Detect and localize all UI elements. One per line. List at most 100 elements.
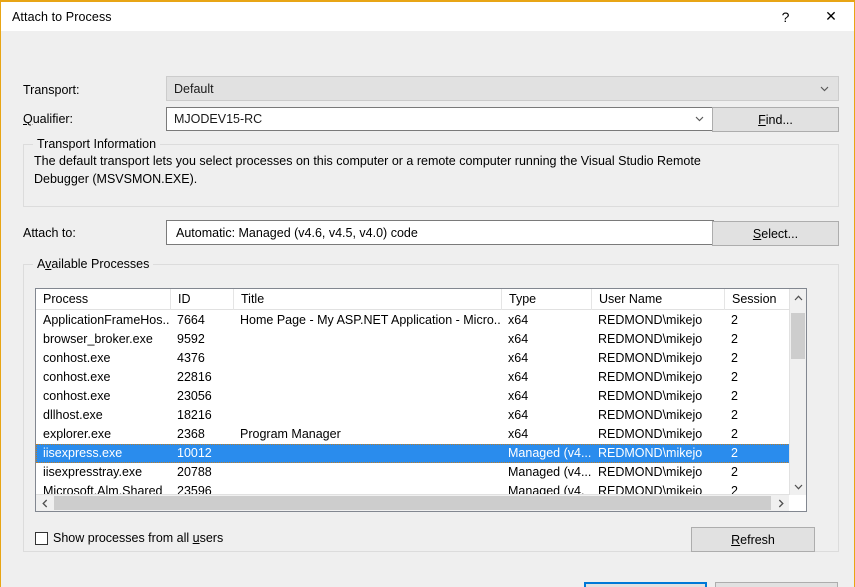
cell-id: 20788 — [170, 463, 233, 482]
available-processes-title: Available Processes — [33, 257, 153, 271]
cell-session: 2 — [724, 349, 791, 368]
table-row[interactable]: ApplicationFrameHos...7664Home Page - My… — [36, 311, 806, 330]
table-row[interactable]: explorer.exe2368Program Managerx64REDMON… — [36, 425, 806, 444]
cell-id: 22816 — [170, 368, 233, 387]
process-list[interactable]: ProcessIDTitleTypeUser NameSession Appli… — [35, 288, 807, 512]
chevron-down-icon — [695, 114, 704, 123]
cell-title — [233, 387, 501, 406]
cell-type: x64 — [501, 349, 591, 368]
cell-user: REDMOND\mikejo — [591, 444, 724, 463]
cell-title — [233, 444, 501, 463]
qualifier-label: Qualifier: — [23, 112, 73, 126]
cell-session: 2 — [724, 387, 791, 406]
cell-process: iisexpresstray.exe — [36, 463, 170, 482]
cell-title: Program Manager — [233, 425, 501, 444]
find-button[interactable]: Find... — [712, 107, 839, 132]
vertical-scrollbar-thumb[interactable] — [791, 313, 805, 359]
cell-session: 2 — [724, 368, 791, 387]
title-bar: Attach to Process ? ✕ — [1, 2, 854, 31]
vertical-scrollbar[interactable] — [789, 289, 806, 495]
cell-session: 2 — [724, 444, 791, 463]
cell-title: Home Page - My ASP.NET Application - Mic… — [233, 311, 501, 330]
select-button-label: Select... — [753, 227, 798, 241]
attach-to-value: Automatic: Managed (v4.6, v4.5, v4.0) co… — [176, 226, 418, 240]
cell-user: REDMOND\mikejo — [591, 349, 724, 368]
show-all-users-checkbox[interactable]: Show processes from all users — [35, 531, 223, 545]
show-all-users-label: Show processes from all users — [53, 531, 223, 545]
qualifier-combo-value: MJODEV15-RC — [174, 112, 262, 126]
cell-type: x64 — [501, 368, 591, 387]
cell-session: 2 — [724, 311, 791, 330]
cell-title — [233, 406, 501, 425]
column-header-title[interactable]: Title — [233, 289, 501, 310]
horizontal-scrollbar-thumb[interactable] — [54, 496, 771, 510]
scroll-right-button[interactable] — [772, 495, 789, 512]
cell-process: conhost.exe — [36, 349, 170, 368]
refresh-button[interactable]: Refresh — [691, 527, 815, 552]
process-list-header[interactable]: ProcessIDTitleTypeUser NameSession — [36, 289, 806, 310]
column-header-process[interactable]: Process — [36, 289, 170, 310]
cell-session: 2 — [724, 330, 791, 349]
cell-process: ApplicationFrameHos... — [36, 311, 170, 330]
cell-user: REDMOND\mikejo — [591, 311, 724, 330]
cell-user: REDMOND\mikejo — [591, 425, 724, 444]
transport-information-text: The default transport lets you select pr… — [34, 152, 734, 188]
help-button[interactable]: ? — [763, 2, 808, 31]
cell-type: x64 — [501, 406, 591, 425]
scroll-down-button[interactable] — [790, 478, 806, 495]
column-header-user[interactable]: User Name — [591, 289, 724, 310]
cell-type: Managed (v4.... — [501, 444, 591, 463]
cell-title — [233, 463, 501, 482]
refresh-button-label: Refresh — [731, 533, 775, 547]
cell-id: 9592 — [170, 330, 233, 349]
table-row[interactable]: conhost.exe22816 x64REDMOND\mikejo2 — [36, 368, 806, 387]
scroll-up-button[interactable] — [790, 289, 806, 306]
cell-type: x64 — [501, 387, 591, 406]
cell-type: Managed (v4.... — [501, 463, 591, 482]
cell-process: explorer.exe — [36, 425, 170, 444]
transport-combo[interactable]: Default — [166, 76, 839, 101]
process-list-rows[interactable]: ApplicationFrameHos...7664Home Page - My… — [36, 311, 806, 496]
cell-title — [233, 349, 501, 368]
cell-type: x64 — [501, 425, 591, 444]
cell-user: REDMOND\mikejo — [591, 330, 724, 349]
column-header-id[interactable]: ID — [170, 289, 233, 310]
cell-process: conhost.exe — [36, 387, 170, 406]
cell-session: 2 — [724, 463, 791, 482]
cell-id: 18216 — [170, 406, 233, 425]
scroll-left-button[interactable] — [36, 495, 53, 512]
qualifier-combo[interactable]: MJODEV15-RC — [166, 107, 714, 131]
cancel-button[interactable]: Cancel — [715, 582, 838, 587]
cell-type: x64 — [501, 311, 591, 330]
table-row[interactable]: iisexpresstray.exe20788 Managed (v4....RE… — [36, 463, 806, 482]
cell-process: browser_broker.exe — [36, 330, 170, 349]
table-row[interactable]: dllhost.exe18216x64REDMOND\mikejo2 — [36, 406, 806, 425]
cell-process: conhost.exe — [36, 368, 170, 387]
cell-title — [233, 330, 501, 349]
cell-id: 7664 — [170, 311, 233, 330]
table-row[interactable]: iisexpress.exe10012 Managed (v4....REDMON… — [36, 444, 806, 463]
cell-id: 10012 — [170, 444, 233, 463]
column-header-type[interactable]: Type — [501, 289, 591, 310]
transport-label: Transport: — [23, 83, 80, 97]
close-icon[interactable]: ✕ — [808, 2, 854, 31]
table-row[interactable]: browser_broker.exe9592 x64REDMOND\mikejo2 — [36, 330, 806, 349]
horizontal-scrollbar[interactable] — [36, 494, 789, 511]
attach-button[interactable]: Attach — [584, 582, 707, 587]
cell-user: REDMOND\mikejo — [591, 387, 724, 406]
table-row[interactable]: conhost.exe4376x64REDMOND\mikejo2 — [36, 349, 806, 368]
cell-user: REDMOND\mikejo — [591, 463, 724, 482]
cell-session: 2 — [724, 425, 791, 444]
column-header-session[interactable]: Session — [724, 289, 791, 310]
checkbox-box-icon — [35, 532, 48, 545]
cell-user: REDMOND\mikejo — [591, 406, 724, 425]
table-row[interactable]: conhost.exe23056x64REDMOND\mikejo2 — [36, 387, 806, 406]
select-button[interactable]: Select... — [712, 221, 839, 246]
cell-process: dllhost.exe — [36, 406, 170, 425]
cell-user: REDMOND\mikejo — [591, 368, 724, 387]
cell-process: iisexpress.exe — [36, 444, 170, 463]
find-button-label: Find... — [758, 113, 793, 127]
chevron-down-icon — [820, 84, 829, 93]
cell-type: x64 — [501, 330, 591, 349]
attach-to-label: Attach to: — [23, 226, 76, 240]
